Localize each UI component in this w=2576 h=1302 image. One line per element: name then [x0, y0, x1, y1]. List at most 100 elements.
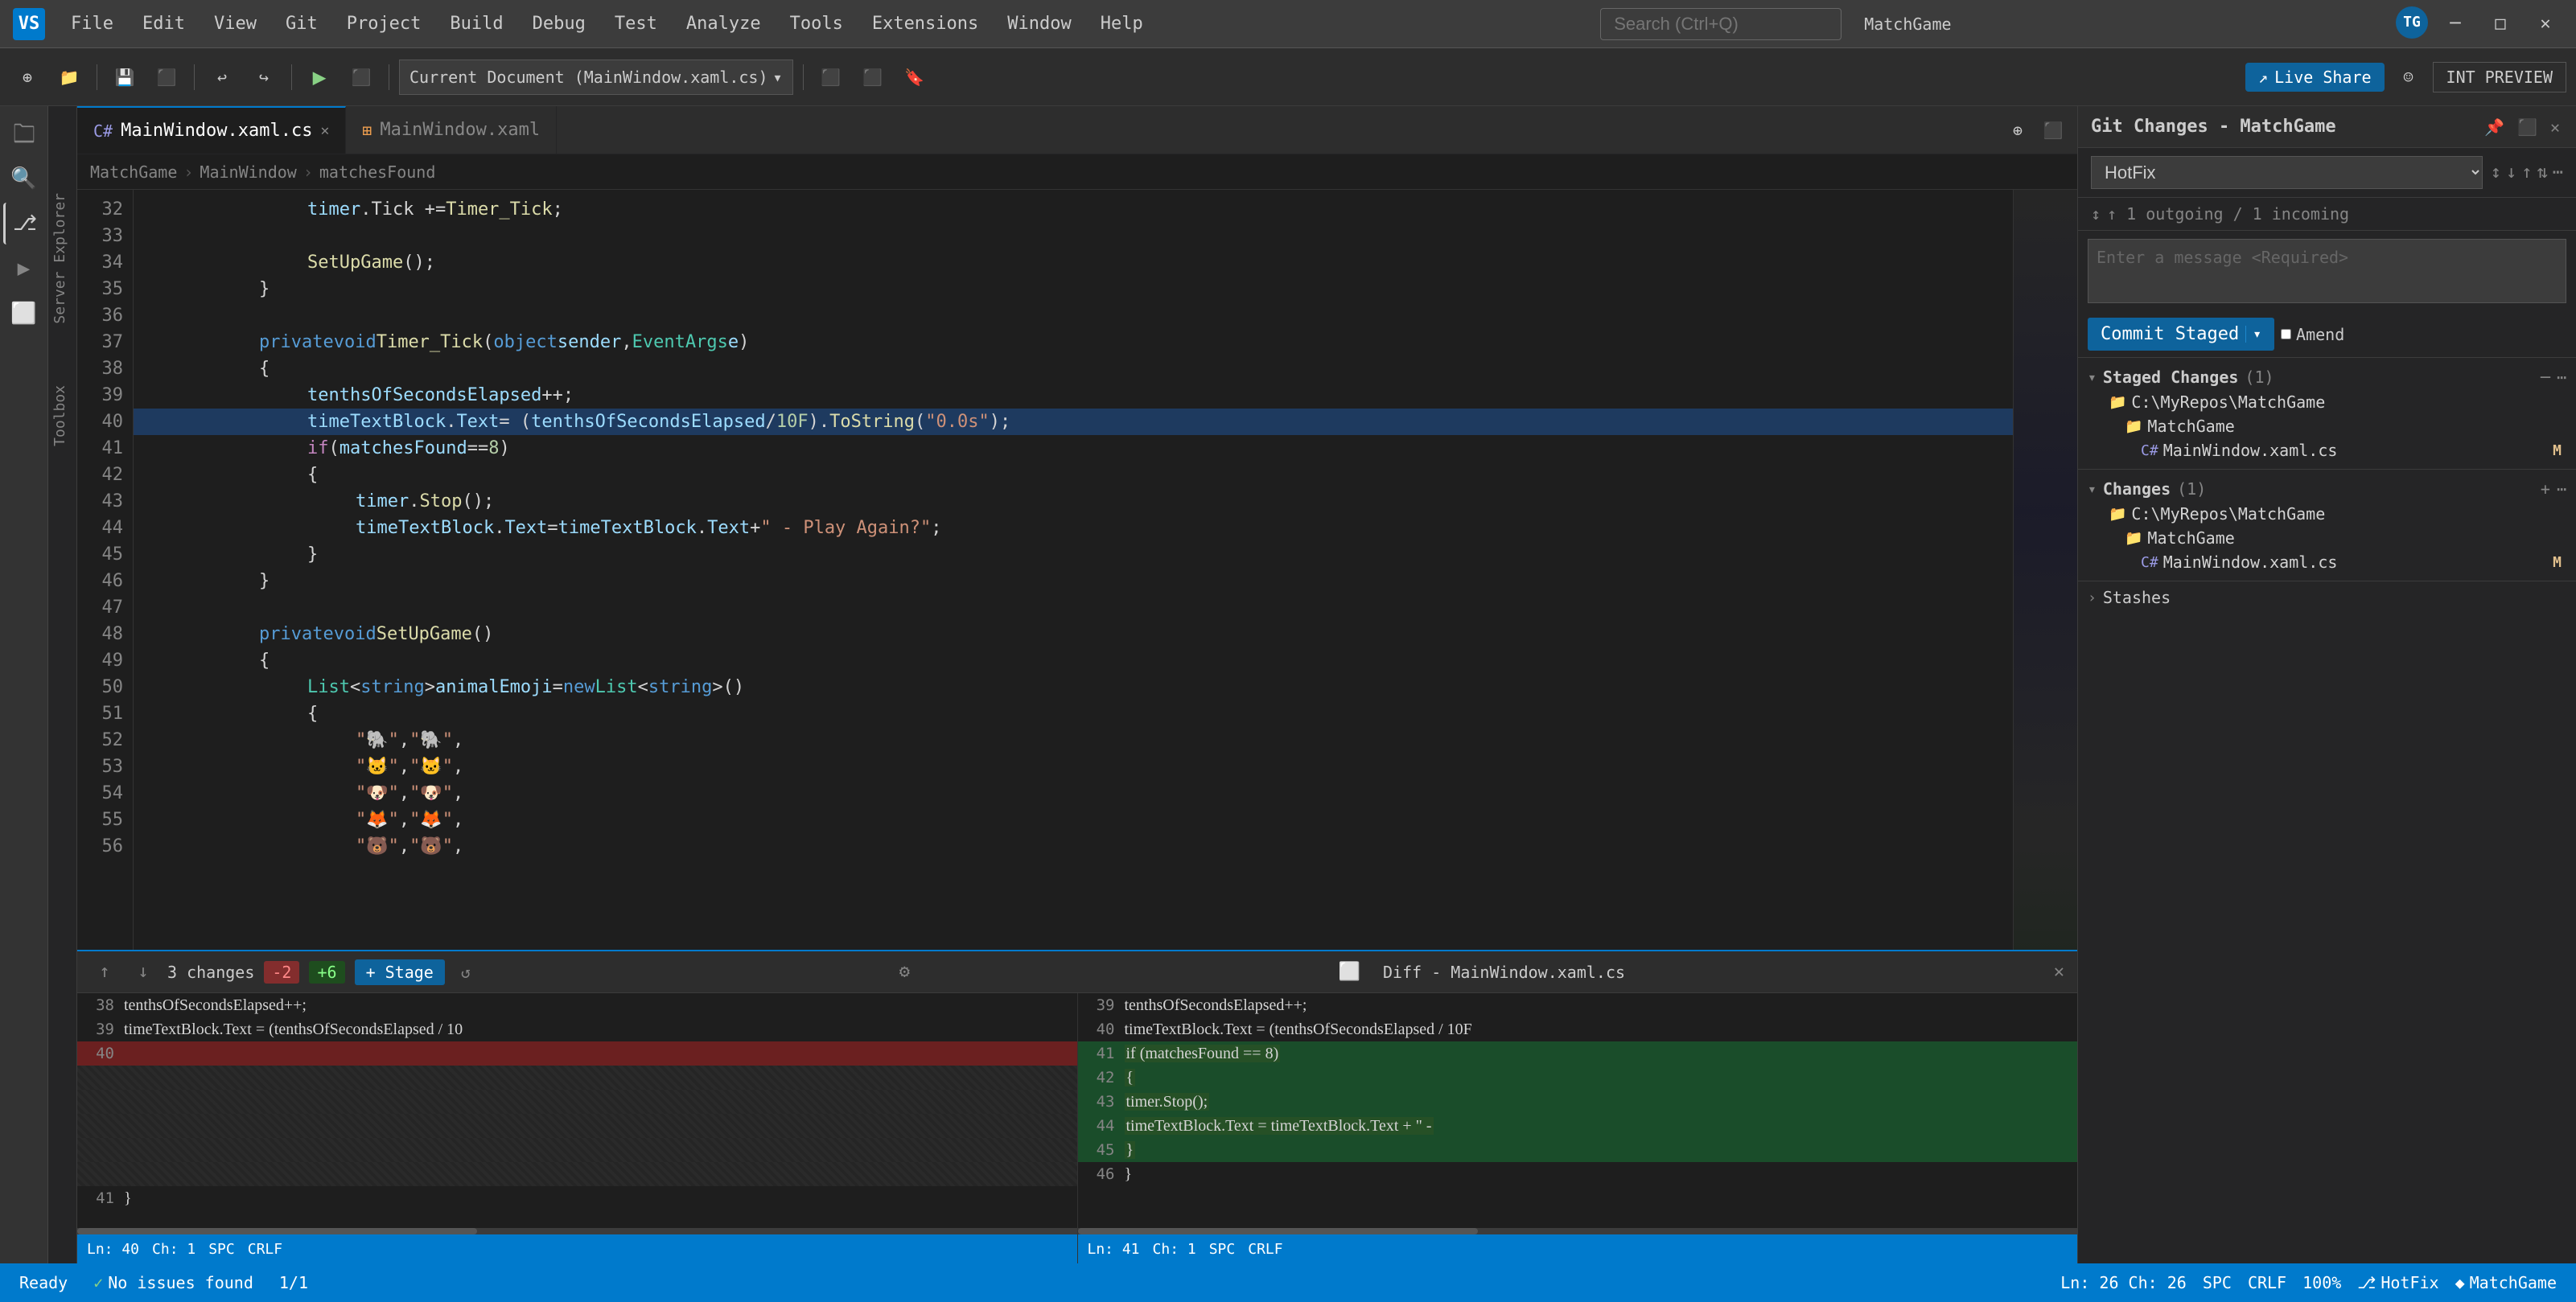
menu-extensions[interactable]: Extensions — [859, 9, 991, 39]
diff-close-button[interactable]: ✕ — [2054, 962, 2064, 982]
changes-more-btn[interactable]: ⋯ — [2557, 479, 2566, 499]
tab-menu-btn[interactable]: ⬛ — [2035, 113, 2071, 148]
toolbar-debug-btn[interactable]: ⬛ — [855, 60, 891, 95]
toolbar-format-btn[interactable]: ⬛ — [813, 60, 849, 95]
stashes-header[interactable]: › Stashes — [2088, 588, 2566, 607]
git-push-btn[interactable]: ↑ — [2521, 162, 2532, 183]
diff-prev-btn[interactable]: ↑ — [90, 958, 119, 987]
menu-project[interactable]: Project — [334, 9, 434, 39]
toolbar-feedback-btn[interactable]: ☺ — [2391, 60, 2426, 95]
amend-checkbox-label[interactable]: Amend — [2281, 325, 2344, 344]
menu-git[interactable]: Git — [273, 9, 331, 39]
diff-expand-icon[interactable]: ⬜ — [1339, 962, 1360, 982]
git-panel-menu-btn[interactable]: ⬛ — [2514, 114, 2541, 140]
menu-test[interactable]: Test — [602, 9, 670, 39]
changes-folder-item[interactable]: 📁 MatchGame — [2120, 526, 2566, 550]
bc-matchesfound[interactable]: matchesFound — [319, 162, 436, 182]
activity-search[interactable]: 🔍 — [3, 158, 45, 199]
toolbar-bookmark-btn[interactable]: 🔖 — [897, 60, 932, 95]
amend-checkbox[interactable] — [2281, 329, 2291, 339]
changes-file-item[interactable]: C# MainWindow.xaml.cs M — [2136, 550, 2566, 574]
menu-help[interactable]: Help — [1088, 9, 1156, 39]
run-target-dropdown[interactable]: Current Document (MainWindow.xaml.cs) ▾ — [399, 60, 793, 95]
menu-file[interactable]: File — [58, 9, 126, 39]
activity-source-control[interactable]: ⎇ — [3, 203, 45, 244]
status-matchgame[interactable]: ◆ MatchGame — [2449, 1270, 2563, 1296]
toolbar-run-btn[interactable]: ▶ — [302, 60, 337, 95]
toolbar-saveall-btn[interactable]: ⬛ — [149, 60, 184, 95]
bc-matchgame[interactable]: MatchGame — [90, 162, 177, 182]
git-more-btn[interactable]: ⋯ — [2553, 162, 2563, 183]
staged-minus-btn[interactable]: ─ — [2541, 368, 2550, 387]
diff-revert-icon[interactable]: ↺ — [461, 963, 471, 982]
changes-header[interactable]: ▾ Changes (1) + ⋯ — [2088, 476, 2566, 502]
staged-repo-item[interactable]: 📁 C:\MyRepos\MatchGame — [2104, 390, 2566, 414]
toolbar-new-btn[interactable]: ⊕ — [10, 60, 45, 95]
bc-mainwindow[interactable]: MainWindow — [200, 162, 296, 182]
git-pull-btn[interactable]: ↓ — [2506, 162, 2516, 183]
new-tab-btn[interactable]: ⊕ — [2000, 113, 2035, 148]
git-branch-select[interactable]: HotFix — [2091, 156, 2483, 189]
diff-left-scrollbar[interactable] — [77, 1228, 1077, 1234]
staged-changes-header[interactable]: ▾ Staged Changes (1) ─ ⋯ — [2088, 364, 2566, 390]
menu-window[interactable]: Window — [994, 9, 1084, 39]
toolbar-open-btn[interactable]: 📁 — [51, 60, 87, 95]
diff-settings-icon[interactable]: ⚙ — [899, 962, 910, 982]
toolbar-redo-btn[interactable]: ↪ — [246, 60, 282, 95]
git-sync-btn[interactable]: ⇅ — [2537, 162, 2548, 183]
git-fetch-btn[interactable]: ↕ — [2491, 162, 2501, 183]
commit-staged-button[interactable]: Commit Staged ▾ — [2088, 318, 2274, 351]
status-zoom[interactable]: 100% — [2296, 1270, 2348, 1296]
status-eol[interactable]: CRLF — [2241, 1270, 2293, 1296]
tab-mainwindow-cs[interactable]: C# MainWindow.xaml.cs ✕ — [77, 106, 346, 154]
diff-stage-button[interactable]: + Stage — [355, 959, 445, 985]
commit-staged-dropdown-icon[interactable]: ▾ — [2245, 326, 2261, 343]
menu-tools[interactable]: Tools — [777, 9, 856, 39]
tab-close-icon[interactable]: ✕ — [321, 122, 330, 139]
status-enc[interactable]: SPC — [2196, 1270, 2238, 1296]
search-input[interactable] — [1600, 8, 1841, 40]
menu-debug[interactable]: Debug — [520, 9, 599, 39]
staged-file-item[interactable]: C# MainWindow.xaml.cs M — [2136, 438, 2566, 462]
header-right: MatchGame — [1864, 14, 1951, 34]
status-branch[interactable]: ⎇ HotFix — [2351, 1270, 2445, 1296]
tab-mainwindow-xaml[interactable]: ⊞ MainWindow.xaml — [346, 106, 557, 154]
toolbar-sep-2 — [194, 64, 195, 90]
diff-next-btn[interactable]: ↓ — [129, 958, 158, 987]
diff-right-code[interactable]: 39 tenthsOfSecondsElapsed++; 40 timeText… — [1078, 993, 2078, 1228]
git-message-input[interactable] — [2088, 239, 2566, 303]
status-ready[interactable]: Ready — [13, 1270, 74, 1296]
status-issues[interactable]: ✓ No issues found — [87, 1270, 260, 1296]
maximize-button[interactable]: □ — [2483, 6, 2518, 42]
activity-explorer[interactable] — [3, 113, 45, 154]
status-ln-info[interactable]: Ln: 26 Ch: 26 — [2054, 1270, 2193, 1296]
tab-mainwindow-cs-label: MainWindow.xaml.cs — [121, 121, 312, 141]
menu-build[interactable]: Build — [437, 9, 516, 39]
profile-button[interactable]: TG — [2396, 6, 2428, 39]
toolbar-undo-btn[interactable]: ↩ — [204, 60, 240, 95]
git-panel-close-btn[interactable]: ✕ — [2547, 114, 2563, 140]
activity-extensions[interactable]: ⬜ — [3, 293, 45, 335]
diff-right-ln: Ln: 41 — [1088, 1241, 1140, 1258]
minimize-button[interactable]: ─ — [2438, 6, 2473, 42]
menu-edit[interactable]: Edit — [130, 9, 198, 39]
activity-run[interactable]: ▶ — [3, 248, 45, 290]
diff-right-scrollbar[interactable] — [1078, 1228, 2078, 1234]
staged-more-btn[interactable]: ⋯ — [2557, 368, 2566, 387]
toolbar-build-btn[interactable]: ⬛ — [344, 60, 379, 95]
changes-plus-btn[interactable]: + — [2541, 479, 2550, 499]
git-panel-pin-btn[interactable]: 📌 — [2481, 114, 2508, 140]
status-nav-info[interactable]: 1/1 — [273, 1270, 315, 1296]
live-share-button[interactable]: ↗ Live Share — [2245, 63, 2384, 92]
diff-left-code[interactable]: 38 tenthsOfSecondsElapsed++; 39 timeText… — [77, 993, 1077, 1228]
changes-repo-item[interactable]: 📁 C:\MyRepos\MatchGame — [2104, 502, 2566, 526]
menu-analyze[interactable]: Analyze — [673, 9, 774, 39]
server-explorer-label[interactable]: Server Explorer — [48, 187, 76, 331]
staged-folder-item[interactable]: 📁 MatchGame — [2120, 414, 2566, 438]
menu-view[interactable]: View — [201, 9, 270, 39]
int-preview-button[interactable]: INT PREVIEW — [2433, 62, 2566, 92]
toolbar-save-btn[interactable]: 💾 — [107, 60, 142, 95]
toolbox-label[interactable]: Toolbox — [48, 379, 76, 453]
close-button[interactable]: ✕ — [2528, 6, 2563, 42]
diff-changes-count: 3 changes — [167, 963, 254, 982]
